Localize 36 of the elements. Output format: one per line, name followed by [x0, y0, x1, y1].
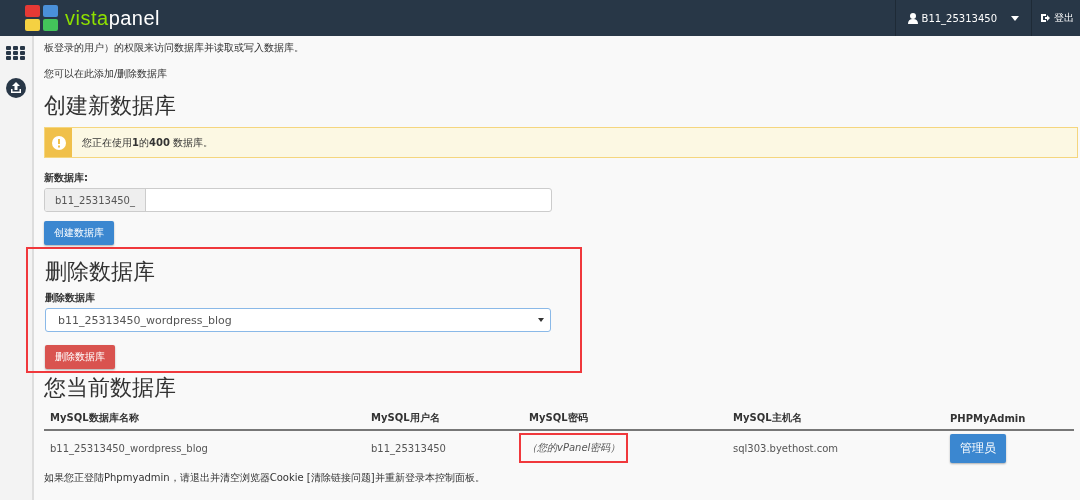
create-database-button[interactable]: 创建数据库: [44, 221, 114, 245]
table-cell-text: sql303.byethost.com: [733, 442, 840, 454]
database-select[interactable]: b11_25313450_wordpress_blog: [45, 308, 551, 332]
alert-text: 您正在使用1的400 数据库。: [81, 135, 214, 150]
logout-icon: [1040, 13, 1050, 23]
prefix-addon: b11_25313450_: [45, 189, 146, 211]
admin-button[interactable]: 管理员: [950, 433, 1006, 463]
column-header: PHPMyAdmin: [950, 412, 1027, 424]
field-label: 删除数据库: [45, 291, 96, 305]
caret-icon: [538, 318, 544, 322]
grid-icon[interactable]: [6, 46, 26, 60]
upload-icon[interactable]: [6, 78, 26, 98]
section-title: 删除数据库: [45, 258, 156, 286]
logout-button[interactable]: 登出: [1032, 0, 1080, 36]
section-title: 您当前数据库: [44, 374, 177, 402]
column-header: MySQL数据库名称: [50, 411, 140, 425]
logo-icon: [25, 5, 59, 31]
table-cell: （您的vPanel密码）: [519, 433, 629, 463]
footer-text: 如果您正登陆Phpmyadmin，请退出并清空浏览器Cookie [清除链接问题]并重新登录本控制面板。: [44, 471, 486, 485]
logo-text: vistapanel: [65, 6, 161, 30]
column-header: MySQL密码: [529, 411, 589, 425]
intro-note: 您可以在此添加/删除数据库: [44, 67, 169, 81]
warning-icon: [51, 135, 66, 150]
table-cell-text: b11_25313450: [371, 442, 447, 454]
column-header: MySQL主机名: [733, 411, 803, 425]
database-name-field[interactable]: b11_25313450_: [44, 188, 552, 212]
caret-icon: [1011, 15, 1019, 21]
section-title: 创建新数据库: [44, 92, 177, 120]
table-cell-text: b11_25313450_wordpress_blog: [50, 442, 209, 454]
intro-text: 板登录的用户）的权限来访问数据库并读取或写入数据库。: [44, 41, 305, 54]
user-icon: [907, 12, 918, 24]
delete-database-button[interactable]: 删除数据库: [45, 345, 115, 369]
user-menu[interactable]: B11_25313450: [894, 0, 1032, 36]
field-label: 新数据库:: [44, 171, 89, 185]
column-header: MySQL用户名: [371, 411, 441, 425]
clear-link[interactable]: [清除链接问题]: [306, 472, 375, 483]
